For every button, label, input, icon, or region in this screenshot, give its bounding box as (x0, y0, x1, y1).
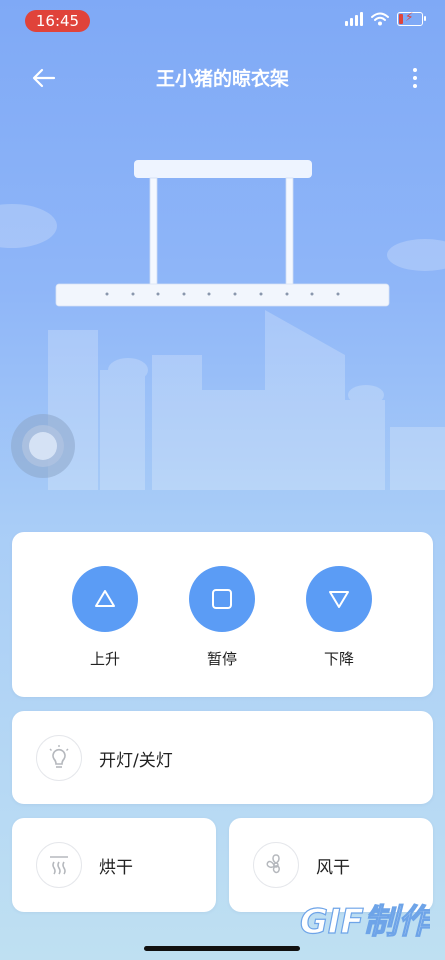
page-title: 王小猪的晾衣架 (155, 68, 289, 90)
triangle-up-icon (95, 590, 115, 607)
more-options-icon[interactable] (405, 66, 425, 90)
fan-icon (266, 854, 280, 874)
triangle-down-icon (329, 591, 349, 608)
heat-waves-icon (50, 856, 68, 875)
heat-dry-icon-ring (36, 842, 82, 888)
status-bar: 16:45 ⚡ (0, 0, 445, 44)
light-label: 开灯/关灯 (99, 751, 173, 771)
lightbulb-icon (49, 745, 69, 768)
signal-icon (345, 12, 363, 26)
battery-icon: ⚡ (397, 10, 426, 26)
clothes-rack-illustration (55, 160, 390, 307)
air-dry-icon-ring (253, 842, 299, 888)
lower-button[interactable] (306, 566, 372, 632)
light-icon-ring (36, 735, 82, 781)
raise-label: 上升 (89, 650, 120, 668)
gif-watermark-text: GIF制作 (300, 902, 430, 942)
raise-button[interactable] (72, 566, 138, 632)
status-icons: ⚡ (345, 10, 426, 26)
heat-dry-label: 烘干 (99, 858, 133, 878)
pause-control[interactable]: 暂停 (182, 566, 262, 669)
light-toggle-card[interactable]: 开灯/关灯 (12, 711, 433, 804)
status-time: 16:45 (25, 10, 90, 32)
lower-label: 下降 (323, 650, 354, 668)
square-stop-icon (212, 589, 232, 609)
gif-watermark-logo: GIF制作 (300, 901, 430, 942)
home-indicator[interactable] (144, 946, 300, 951)
floating-assistive-button[interactable] (11, 414, 75, 478)
lower-control[interactable]: 下降 (299, 566, 379, 669)
raise-control[interactable]: 上升 (65, 566, 145, 669)
lift-control-card: 上升 暂停 下降 (12, 532, 433, 697)
nav-bar: 王小猪的晾衣架 (0, 56, 445, 100)
pause-label: 暂停 (206, 650, 237, 668)
pause-button[interactable] (189, 566, 255, 632)
wifi-icon (371, 12, 389, 26)
heat-dry-card[interactable]: 烘干 (12, 818, 216, 912)
air-dry-label: 风干 (316, 858, 350, 878)
